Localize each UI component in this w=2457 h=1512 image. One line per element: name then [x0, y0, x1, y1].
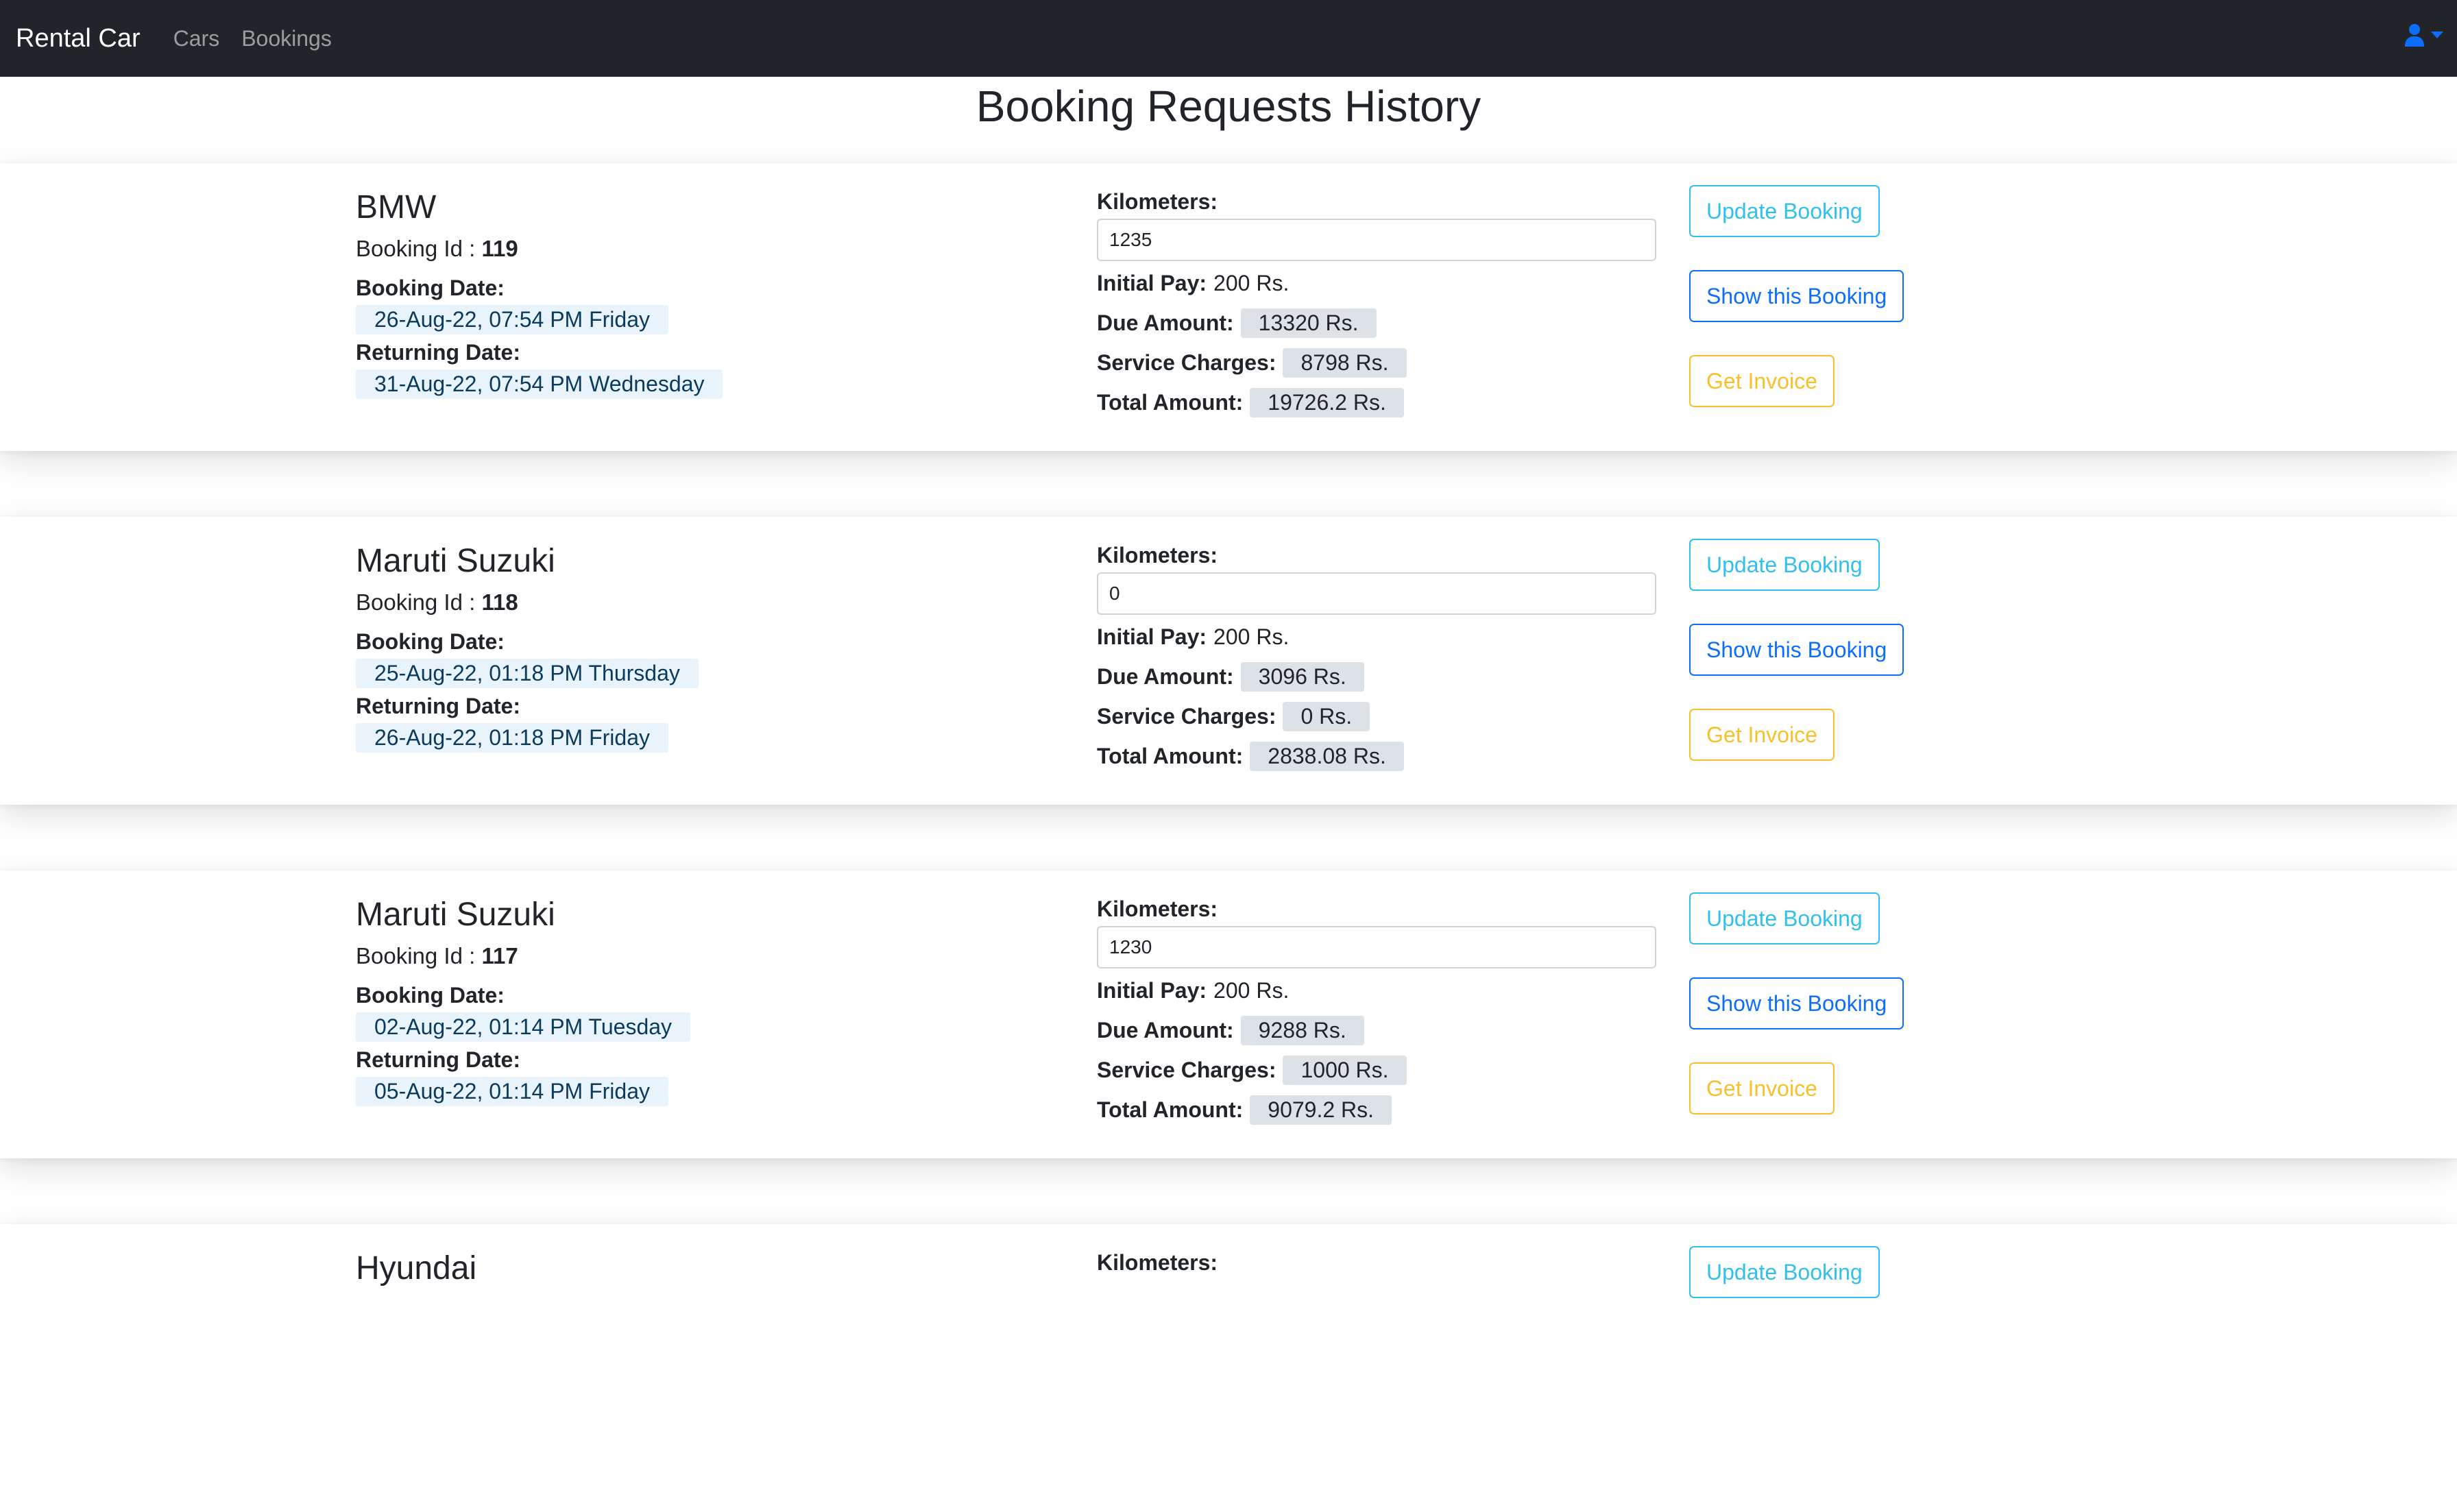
chevron-down-icon: [2431, 32, 2443, 38]
get-invoice-button[interactable]: Get Invoice: [1689, 709, 1835, 761]
update-booking-button[interactable]: Update Booking: [1689, 892, 1880, 944]
car-name: Maruti Suzuki: [356, 897, 555, 933]
returning-date-value: 05-Aug-22, 01:14 PM Friday: [356, 1076, 668, 1106]
get-invoice-button[interactable]: Get Invoice: [1689, 355, 1835, 407]
service-charges-label: Service Charges:: [1097, 703, 1276, 729]
update-booking-button[interactable]: Update Booking: [1689, 185, 1880, 237]
initial-pay-label: Initial Pay:: [1097, 624, 1207, 649]
returning-date-label: Returning Date:: [356, 1047, 520, 1072]
nav-link-bookings[interactable]: Bookings: [241, 26, 332, 51]
kilometers-input[interactable]: [1097, 926, 1656, 968]
due-amount-row: Due Amount: 13320 Rs.: [1097, 308, 1656, 338]
booking-card: Maruti Suzuki Booking Id : 118 Booking D…: [0, 517, 2457, 805]
returning-date-label: Returning Date:: [356, 693, 520, 718]
initial-pay-row: Initial Pay: 200 Rs.: [1097, 268, 1656, 298]
booking-date-value: 25-Aug-22, 01:18 PM Thursday: [356, 658, 699, 688]
service-charges-badge: 1000 Rs.: [1283, 1055, 1407, 1085]
due-amount-label: Due Amount:: [1097, 1017, 1234, 1042]
nav-link-cars[interactable]: Cars: [173, 26, 220, 51]
total-amount-badge: 19726.2 Rs.: [1250, 387, 1404, 417]
total-amount-label: Total Amount:: [1097, 1097, 1244, 1122]
due-amount-badge: 3096 Rs.: [1240, 661, 1364, 692]
booking-date-label: Booking Date:: [356, 629, 505, 654]
booking-id: Booking Id : 119: [356, 236, 723, 262]
due-amount-row: Due Amount: 3096 Rs.: [1097, 661, 1656, 692]
total-amount-row: Total Amount: 9079.2 Rs.: [1097, 1095, 1656, 1125]
initial-pay-label: Initial Pay:: [1097, 270, 1207, 295]
kilometers-label: Kilometers:: [1097, 543, 1218, 568]
service-charges-row: Service Charges: 0 Rs.: [1097, 701, 1656, 731]
show-booking-button[interactable]: Show this Booking: [1689, 624, 1904, 676]
total-amount-label: Total Amount:: [1097, 389, 1244, 415]
user-menu[interactable]: [2404, 23, 2443, 47]
kilometers-label: Kilometers:: [1097, 1250, 1218, 1275]
total-amount-badge: 2838.08 Rs.: [1250, 741, 1404, 771]
due-amount-label: Due Amount:: [1097, 663, 1234, 689]
total-amount-badge: 9079.2 Rs.: [1250, 1095, 1392, 1125]
booking-date-value: 26-Aug-22, 07:54 PM Friday: [356, 304, 668, 334]
service-charges-label: Service Charges:: [1097, 350, 1276, 375]
car-name: Maruti Suzuki: [356, 543, 555, 579]
booking-id-label: Booking Id :: [356, 942, 476, 968]
initial-pay-value: 200 Rs.: [1213, 977, 1290, 1003]
returning-date-value: 31-Aug-22, 07:54 PM Wednesday: [356, 369, 723, 399]
car-name: Hyundai: [356, 1250, 477, 1287]
booking-id: Booking Id : 117: [356, 943, 690, 969]
booking-id: Booking Id : 118: [356, 589, 699, 615]
kilometers-input[interactable]: [1097, 219, 1656, 261]
due-amount-badge: 13320 Rs.: [1240, 308, 1377, 338]
due-amount-badge: 9288 Rs.: [1240, 1015, 1364, 1045]
get-invoice-button[interactable]: Get Invoice: [1689, 1062, 1835, 1114]
initial-pay-label: Initial Pay:: [1097, 977, 1207, 1003]
service-charges-badge: 8798 Rs.: [1283, 347, 1407, 378]
booking-card: Maruti Suzuki Booking Id : 117 Booking D…: [0, 870, 2457, 1158]
booking-card: Hyundai Kilometers: Update Booking: [0, 1224, 2457, 1512]
booking-date-label: Booking Date:: [356, 982, 505, 1008]
initial-pay-row: Initial Pay: 200 Rs.: [1097, 975, 1656, 1005]
user-icon: [2405, 24, 2424, 47]
booking-id-label: Booking Id :: [356, 235, 476, 261]
booking-id-value: 119: [481, 235, 518, 261]
returning-date-value: 26-Aug-22, 01:18 PM Friday: [356, 722, 668, 753]
booking-id-value: 118: [481, 589, 518, 615]
service-charges-row: Service Charges: 8798 Rs.: [1097, 347, 1656, 378]
service-charges-row: Service Charges: 1000 Rs.: [1097, 1055, 1656, 1085]
booking-date-label: Booking Date:: [356, 275, 505, 300]
due-amount-row: Due Amount: 9288 Rs.: [1097, 1015, 1656, 1045]
kilometers-label: Kilometers:: [1097, 897, 1218, 921]
show-booking-button[interactable]: Show this Booking: [1689, 977, 1904, 1029]
service-charges-badge: 0 Rs.: [1283, 701, 1370, 731]
booking-date-value: 02-Aug-22, 01:14 PM Tuesday: [356, 1012, 691, 1042]
page-title: Booking Requests History: [976, 82, 1481, 131]
initial-pay-value: 200 Rs.: [1213, 270, 1290, 295]
initial-pay-value: 200 Rs.: [1213, 624, 1290, 649]
kilometers-label: Kilometers:: [1097, 189, 1218, 214]
total-amount-row: Total Amount: 2838.08 Rs.: [1097, 741, 1656, 771]
show-booking-button[interactable]: Show this Booking: [1689, 270, 1904, 322]
car-name: BMW: [356, 189, 437, 225]
total-amount-row: Total Amount: 19726.2 Rs.: [1097, 387, 1656, 417]
booking-card: BMW Booking Id : 119 Booking Date: 26-Au…: [0, 163, 2457, 451]
due-amount-label: Due Amount:: [1097, 310, 1234, 335]
service-charges-label: Service Charges:: [1097, 1057, 1276, 1082]
initial-pay-row: Initial Pay: 200 Rs.: [1097, 622, 1656, 652]
update-booking-button[interactable]: Update Booking: [1689, 539, 1880, 591]
update-booking-button[interactable]: Update Booking: [1689, 1246, 1880, 1298]
booking-id-label: Booking Id :: [356, 589, 476, 615]
booking-id-value: 117: [481, 942, 518, 968]
total-amount-label: Total Amount:: [1097, 743, 1244, 768]
returning-date-label: Returning Date:: [356, 339, 520, 365]
brand-logo[interactable]: Rental Car: [16, 24, 141, 53]
navbar: Rental Car Cars Bookings: [0, 0, 2457, 77]
kilometers-input[interactable]: [1097, 572, 1656, 615]
